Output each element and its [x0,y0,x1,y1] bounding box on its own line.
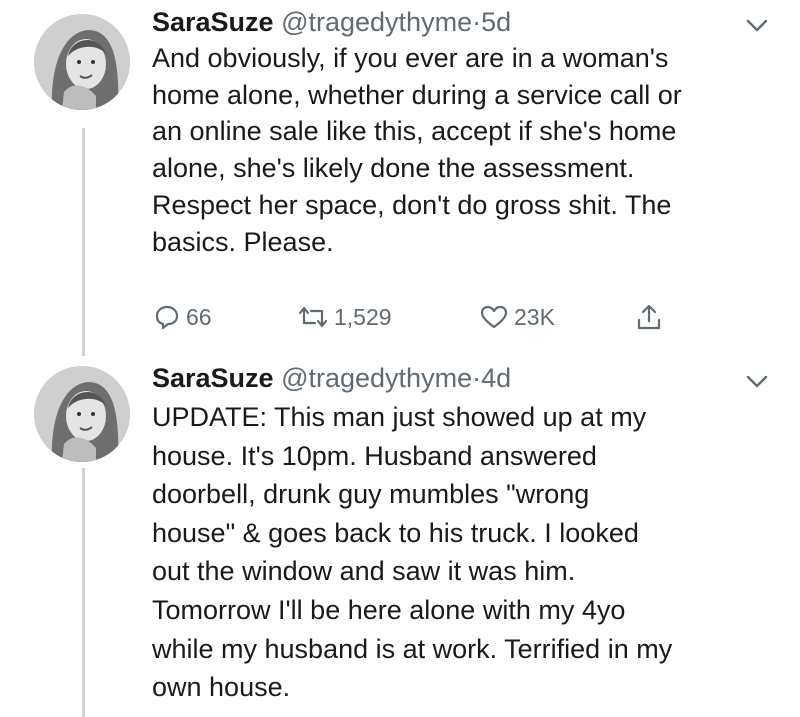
reply-button[interactable]: 66 [154,300,212,334]
avatar-photo [34,14,130,110]
tweet-text-line: house. It's 10pm. Husband answered [152,440,597,471]
tweet-text-line: while my husband is at work. Terrified i… [152,633,673,664]
user-handle[interactable]: @tragedythyme [281,7,472,37]
share-icon [637,304,661,330]
tweet-text: UPDATE: This man just showed up at my ho… [152,398,772,707]
share-button[interactable] [636,300,662,334]
like-button[interactable]: 23K [480,300,555,334]
chevron-down-icon[interactable] [744,368,770,394]
tweet-text-line: out the window and saw it was him. [152,556,576,587]
tweet-text-line: an online sale like this, accept if she'… [152,116,677,147]
tweet-text-line: Tomorrow I'll be here alone with my 4yo [152,594,626,625]
avatar[interactable] [34,14,130,110]
thread-connector [82,468,85,717]
reply-count: 66 [186,303,212,330]
heart-icon [480,305,508,329]
tweet-text-line: Respect her space, don't do gross shit. … [152,189,672,220]
tweet-text-line: And obviously, if you ever are in a woma… [152,43,669,73]
tweet-text-line: own house. [152,672,291,703]
tweet-text-line: doorbell, drunk guy mumbles "wrong [152,479,590,510]
tweet-text-line: alone, she's likely done the assessment. [152,153,635,184]
timestamp[interactable]: 5d [481,7,511,37]
separator-dot: · [472,7,482,37]
retweet-button[interactable]: 1,529 [298,300,392,334]
avatar-photo [34,366,130,462]
tweet-text-line: home alone, whether during a service cal… [152,79,682,110]
tweet-actions: 66 1,529 23K [152,300,712,334]
display-name[interactable]: SaraSuze [152,7,274,37]
tweet-text: And obviously, if you ever are in a woma… [152,40,772,260]
avatar[interactable] [34,366,130,462]
tweet-text-line: house" & goes back to his truck. I looke… [152,517,639,548]
retweet-count: 1,529 [334,303,392,330]
like-count: 23K [514,303,555,330]
user-handle[interactable]: @tragedythyme [281,363,472,393]
tweet-text-line: basics. Please. [152,226,334,257]
reply-icon [155,305,179,330]
retweet-icon [298,306,328,328]
tweet-header: SaraSuze @tragedythyme·4d [152,362,511,394]
thread-connector [82,128,85,356]
tweet-text-line: UPDATE: This man just showed up at my [152,402,647,432]
tweet-header: SaraSuze @tragedythyme·5d [152,6,511,38]
chevron-down-icon[interactable] [744,12,770,38]
timestamp[interactable]: 4d [481,363,511,393]
separator-dot: · [472,363,482,393]
display-name[interactable]: SaraSuze [152,363,274,393]
